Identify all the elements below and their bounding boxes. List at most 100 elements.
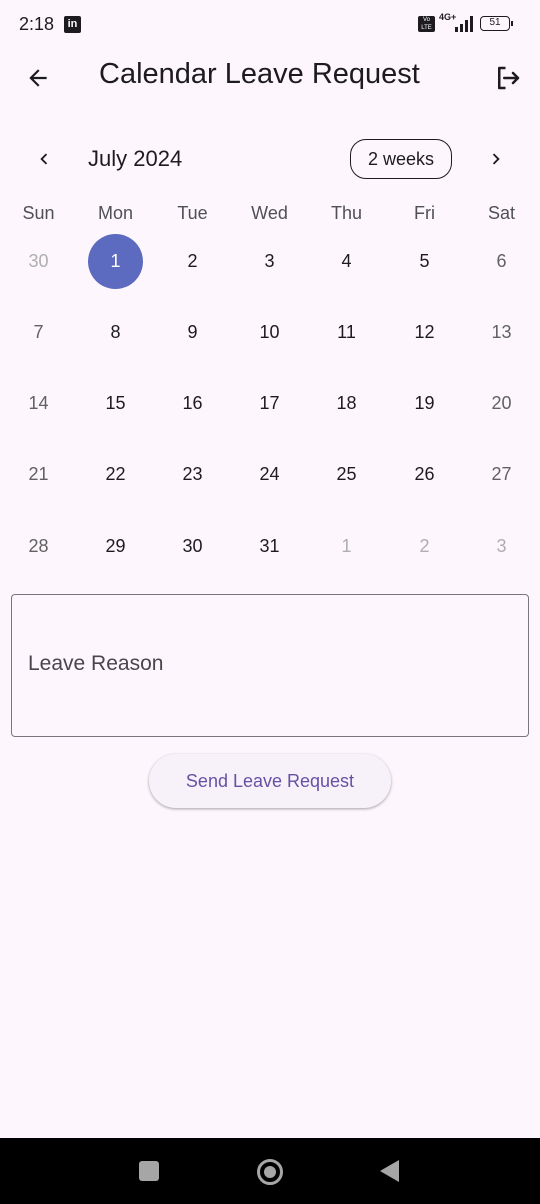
nav-back-icon[interactable] xyxy=(380,1160,399,1182)
calendar-day[interactable]: 16 xyxy=(154,376,231,430)
weekday-label: Tue xyxy=(177,203,208,223)
system-nav-bar xyxy=(0,1138,540,1204)
calendar-week-row: 21 22 23 24 25 26 27 xyxy=(0,447,540,518)
calendar-week-row: 7 8 9 10 11 12 13 xyxy=(0,305,540,376)
day-number: 18 xyxy=(336,392,357,413)
day-number: 12 xyxy=(414,321,435,342)
day-number: 5 xyxy=(419,250,430,271)
home-icon[interactable] xyxy=(257,1159,283,1185)
logout-icon xyxy=(498,66,520,90)
chevron-left-icon xyxy=(40,153,48,165)
day-number: 1 xyxy=(341,535,352,556)
calendar-day[interactable]: 22 xyxy=(77,447,154,501)
calendar-day[interactable]: 4 xyxy=(308,234,385,288)
calendar-day[interactable]: 26 xyxy=(386,447,463,501)
day-number: 21 xyxy=(28,463,49,484)
calendar-week-row: 30 1 2 3 4 5 6 xyxy=(0,234,540,305)
calendar-header: July 2024 2 weeks xyxy=(0,134,540,184)
calendar-day[interactable]: 2 xyxy=(386,519,463,573)
day-number: 11 xyxy=(337,321,356,342)
calendar-day[interactable]: 3 xyxy=(231,234,308,288)
day-number: 25 xyxy=(336,463,357,484)
day-number: 10 xyxy=(259,321,280,342)
day-number: 20 xyxy=(491,392,512,413)
leave-reason-input[interactable] xyxy=(12,595,528,736)
calendar-day[interactable]: 7 xyxy=(0,305,77,359)
volte-icon: Vo LTE xyxy=(418,16,435,32)
weekday-label: Sat xyxy=(487,203,516,223)
calendar-day[interactable]: 28 xyxy=(0,519,77,573)
calendar-day[interactable]: 24 xyxy=(231,447,308,501)
day-number: 2 xyxy=(187,250,198,271)
day-number: 19 xyxy=(414,392,435,413)
status-bar: 2:18 in Vo LTE 4G+ 51 xyxy=(0,0,540,50)
calendar-day[interactable]: 27 xyxy=(463,447,540,501)
calendar-day[interactable]: 3 xyxy=(463,519,540,573)
calendar-day[interactable]: 20 xyxy=(463,376,540,430)
calendar-day[interactable]: 30 xyxy=(0,234,77,288)
day-number: 24 xyxy=(259,463,280,484)
battery-icon: 51 xyxy=(480,16,513,31)
next-month-button[interactable] xyxy=(478,142,514,176)
day-number: 3 xyxy=(264,250,275,271)
weekday-label: Sun xyxy=(22,203,55,223)
back-button[interactable] xyxy=(14,58,62,98)
calendar-day[interactable]: 21 xyxy=(0,447,77,501)
day-number: 3 xyxy=(496,535,507,556)
app-bar: Calendar Leave Request xyxy=(0,50,540,104)
calendar-day[interactable]: 5 xyxy=(386,234,463,288)
linkedin-icon: in xyxy=(64,16,81,33)
day-number: 15 xyxy=(105,392,126,413)
calendar-day[interactable]: 6 xyxy=(463,234,540,288)
day-number: 1 xyxy=(110,250,121,271)
day-number: 16 xyxy=(182,392,203,413)
calendar-day[interactable]: 18 xyxy=(308,376,385,430)
calendar-day-selected[interactable]: 1 xyxy=(77,234,154,289)
calendar-day[interactable]: 13 xyxy=(463,305,540,359)
calendar-day[interactable]: 1 xyxy=(308,519,385,573)
calendar-day[interactable]: 19 xyxy=(386,376,463,430)
weekday-header-row: Sun Mon Tue Wed Thu Fri Sat xyxy=(0,203,540,231)
calendar-day[interactable]: 23 xyxy=(154,447,231,501)
weekday-label: Thu xyxy=(330,203,363,223)
signal-icon xyxy=(455,16,473,32)
recents-icon[interactable] xyxy=(139,1161,159,1181)
day-number: 22 xyxy=(105,463,126,484)
day-number: 6 xyxy=(496,250,507,271)
calendar-day[interactable]: 30 xyxy=(154,519,231,573)
calendar-day[interactable]: 31 xyxy=(231,519,308,573)
day-number: 2 xyxy=(419,535,430,556)
calendar-day[interactable]: 10 xyxy=(231,305,308,359)
day-number: 4 xyxy=(341,250,352,271)
logout-button[interactable] xyxy=(484,58,532,98)
day-number: 17 xyxy=(259,392,280,413)
send-leave-request-button[interactable]: Send Leave Request xyxy=(149,754,391,808)
day-number: 29 xyxy=(105,535,126,556)
calendar-day[interactable]: 15 xyxy=(77,376,154,430)
day-number: 26 xyxy=(414,463,435,484)
day-number: 23 xyxy=(182,463,203,484)
day-number: 30 xyxy=(182,535,203,556)
arrow-back-icon xyxy=(29,69,47,87)
calendar-day[interactable]: 17 xyxy=(231,376,308,430)
page-title: Calendar Leave Request xyxy=(99,58,420,90)
calendar-day[interactable]: 9 xyxy=(154,305,231,359)
leave-reason-field xyxy=(11,594,529,737)
calendar-week-row: 14 15 16 17 18 19 20 xyxy=(0,376,540,447)
calendar-day[interactable]: 11 xyxy=(308,305,385,359)
calendar-day[interactable]: 25 xyxy=(308,447,385,501)
day-number: 27 xyxy=(491,463,512,484)
calendar-day[interactable]: 29 xyxy=(77,519,154,573)
status-time: 2:18 xyxy=(19,14,55,34)
format-toggle-button[interactable]: 2 weeks xyxy=(350,139,452,179)
chevron-right-icon xyxy=(492,153,500,165)
day-number: 9 xyxy=(187,321,198,342)
day-number: 28 xyxy=(28,535,49,556)
calendar-week-row: 28 29 30 31 1 2 3 xyxy=(0,519,540,590)
calendar-day[interactable]: 8 xyxy=(77,305,154,359)
day-number: 7 xyxy=(33,321,44,342)
calendar-day[interactable]: 12 xyxy=(386,305,463,359)
previous-month-button[interactable] xyxy=(26,142,62,176)
calendar-day[interactable]: 14 xyxy=(0,376,77,430)
calendar-day[interactable]: 2 xyxy=(154,234,231,288)
